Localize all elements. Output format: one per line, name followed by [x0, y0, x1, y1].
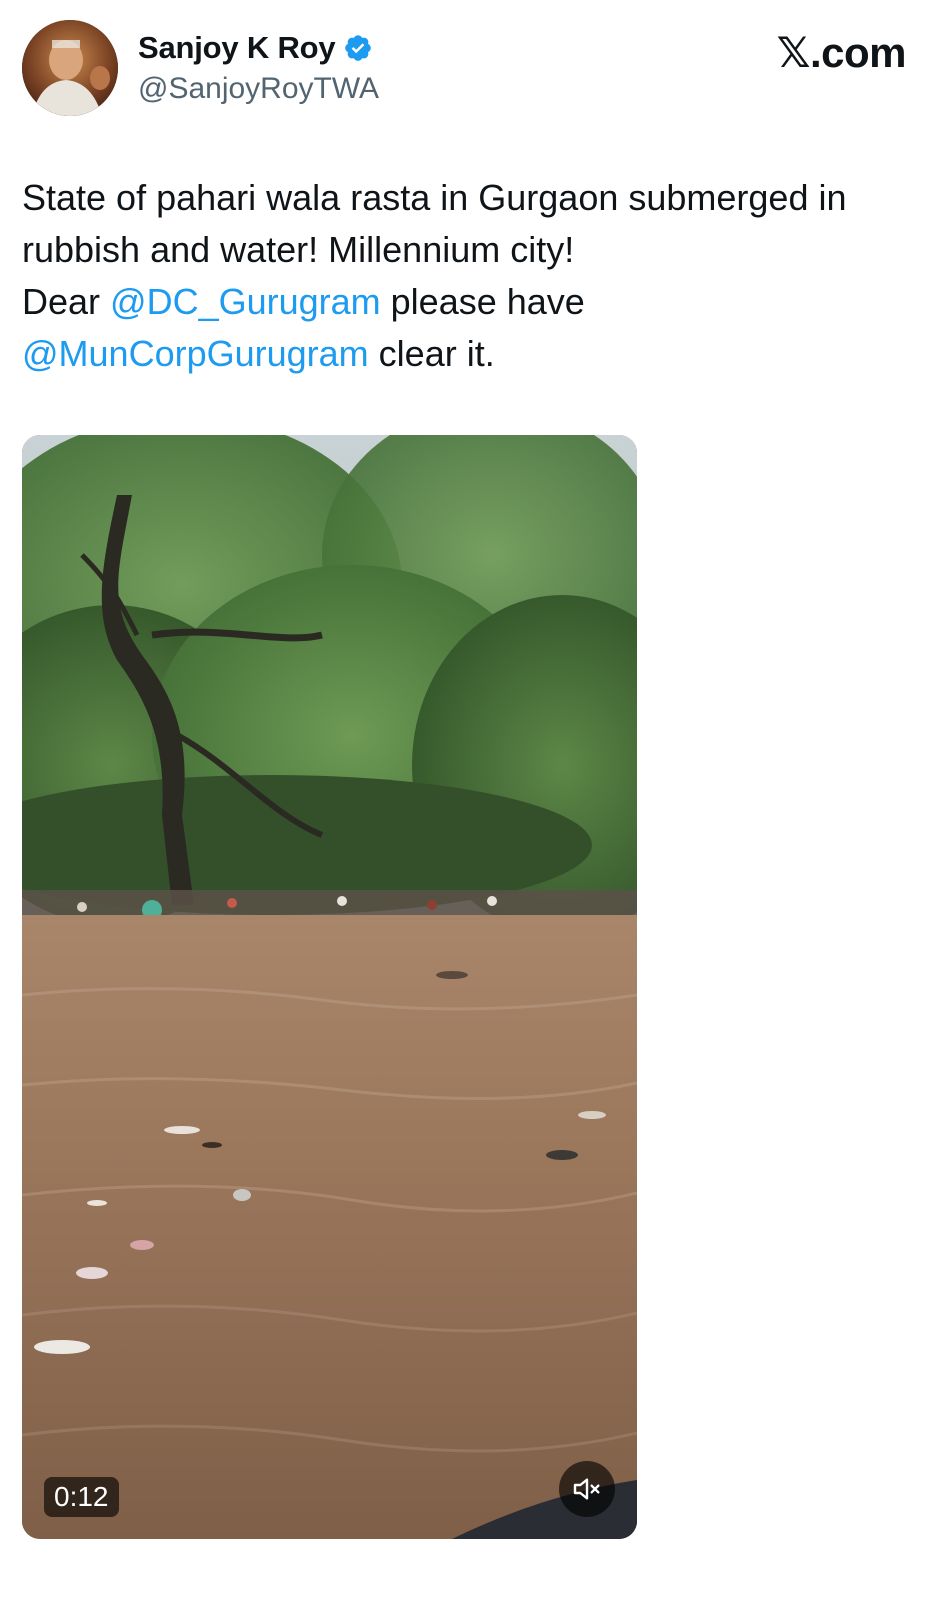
- volume-muted-icon: [573, 1478, 600, 1500]
- x-logo: 𝕏.com: [776, 28, 907, 77]
- video-player[interactable]: 0:12: [22, 435, 637, 1539]
- tweet-body: State of pahari wala rasta in Gurgaon su…: [22, 172, 922, 380]
- video-duration-badge: 0:12: [44, 1477, 119, 1517]
- tweet-text-segment: please have: [380, 281, 585, 322]
- video-frame: [22, 435, 637, 1539]
- mention-link[interactable]: @DC_Gurugram: [110, 281, 381, 322]
- tweet-header: Sanjoy K Roy @SanjoyRoyTWA 𝕏.com: [22, 20, 928, 120]
- tweet-text-segment: State of pahari wala rasta in Gurgaon su…: [22, 177, 847, 270]
- mention-link[interactable]: @MunCorpGurugram: [22, 333, 369, 374]
- avatar[interactable]: [22, 20, 118, 116]
- x-logo-icon: 𝕏: [776, 28, 811, 77]
- site-domain-label: .com: [809, 29, 907, 76]
- user-handle[interactable]: @SanjoyRoyTWA: [138, 72, 379, 106]
- display-name[interactable]: Sanjoy K Roy: [138, 30, 336, 66]
- tweet-text-segment: clear it.: [368, 333, 495, 374]
- verified-badge-icon: [343, 33, 373, 63]
- mute-toggle-button[interactable]: [559, 1461, 615, 1517]
- tweet-text-segment: Dear: [22, 281, 111, 322]
